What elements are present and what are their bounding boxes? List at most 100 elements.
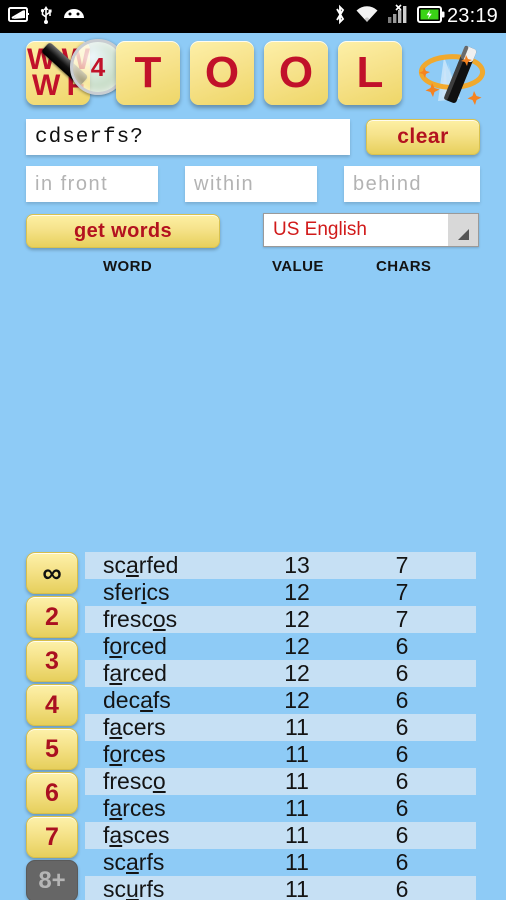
behind-input[interactable] [344, 166, 480, 202]
table-column-headers: WORD VALUE CHARS [0, 258, 506, 278]
table-row[interactable]: facers 11 6 [85, 714, 476, 741]
cell-chars: 6 [395, 714, 409, 740]
wildcard-letter: a [140, 687, 153, 713]
cell-word: farced [103, 660, 167, 686]
status-bar: 23:19 [0, 0, 506, 33]
get-words-button[interactable]: get words [26, 214, 220, 248]
cell-value: 13 [284, 552, 310, 578]
logo-tile-wwf: W W W F [26, 41, 90, 105]
results-table: scarfed 13 7 sferics 12 7 frescos 12 7 forced 12 6 f… [85, 552, 476, 900]
no-sim-icon [8, 6, 30, 28]
cell-chars: 6 [395, 795, 409, 821]
table-row[interactable]: scarfed 13 7 [85, 552, 476, 579]
cell-value: 11 [285, 822, 309, 848]
cell-value: 11 [285, 795, 309, 821]
cell-word: forces [103, 741, 166, 767]
table-row[interactable]: fresco 11 6 [85, 768, 476, 795]
position-filter-row [0, 164, 506, 206]
cell-word: fasces [103, 822, 170, 848]
cell-word: fresco [103, 768, 166, 794]
language-select-value: US English [273, 219, 367, 240]
table-row[interactable]: frescos 12 7 [85, 606, 476, 633]
table-row[interactable]: forced 12 6 [85, 633, 476, 660]
app-logo: W W W F 4 T O O L [0, 33, 506, 115]
within-input[interactable] [185, 166, 317, 202]
header-value: VALUE [272, 258, 324, 275]
cell-value: 12 [284, 606, 310, 632]
cell-value: 11 [285, 741, 309, 767]
cell-chars: 6 [395, 687, 409, 713]
magic-wand-icon [408, 39, 500, 111]
table-row[interactable]: decafs 12 6 [85, 687, 476, 714]
wildcard-letter: a [109, 822, 123, 848]
cell-value: 12 [284, 660, 310, 686]
length-filter-5[interactable]: 5 [26, 728, 78, 770]
cell-value: 11 [285, 714, 309, 740]
language-select[interactable]: US English [263, 213, 479, 247]
cell-value: 11 [285, 876, 309, 900]
cell-chars: 6 [395, 660, 409, 686]
cell-chars: 6 [395, 849, 409, 875]
logo-tile-t: T [116, 41, 180, 105]
length-filter-8plus: 8+ [26, 860, 78, 900]
cell-value: 12 [284, 579, 310, 605]
logo-tile-l: L [338, 41, 402, 105]
wildcard-letter: o [109, 741, 123, 767]
cell-word: farces [103, 795, 166, 821]
logo-tile-row-2: W F [32, 69, 85, 102]
table-row[interactable]: scurfs 11 6 [85, 876, 476, 900]
search-row: clear [0, 115, 506, 160]
cell-chars: 6 [395, 876, 409, 900]
length-filter-3[interactable]: 3 [26, 640, 78, 682]
header-chars: CHARS [376, 258, 432, 275]
wildcard-letter: u [126, 876, 139, 900]
cell-word: frescos [103, 606, 178, 632]
cell-word: forced [103, 633, 167, 659]
cell-chars: 6 [395, 768, 409, 794]
clear-button[interactable]: clear [366, 119, 480, 155]
table-row[interactable]: forces 11 6 [85, 741, 476, 768]
wildcard-letter: a [109, 795, 123, 821]
status-bar-left-icons [8, 4, 86, 29]
length-filter-6[interactable]: 6 [26, 772, 78, 814]
wildcard-letter: a [109, 714, 123, 740]
length-filter-4[interactable]: 4 [26, 684, 78, 726]
results-viewport[interactable]: scarfed 13 7 sferics 12 7 frescos 12 7 forced 12 6 f… [0, 276, 506, 900]
cell-word: scarfs [103, 849, 165, 875]
table-row[interactable]: farces 11 6 [85, 795, 476, 822]
length-filter-2[interactable]: 2 [26, 596, 78, 638]
cell-word: sferics [103, 579, 170, 605]
action-row: get words US English [0, 211, 506, 255]
table-row[interactable]: fasces 11 6 [85, 822, 476, 849]
wildcard-letter: a [126, 552, 139, 578]
wildcard-letter: o [152, 606, 166, 632]
table-row[interactable]: sferics 12 7 [85, 579, 476, 606]
usb-icon [39, 4, 53, 29]
cell-word: decafs [103, 687, 171, 713]
table-row[interactable]: scarfs 11 6 [85, 849, 476, 876]
search-input[interactable] [26, 119, 350, 155]
cell-word: scarfed [103, 552, 179, 578]
cell-chars: 7 [395, 579, 409, 605]
wildcard-letter: a [126, 849, 139, 875]
in-front-input[interactable] [26, 166, 158, 202]
wildcard-letter: o [152, 768, 166, 794]
wildcard-letter: o [109, 633, 123, 659]
table-row[interactable]: farced 12 6 [85, 660, 476, 687]
cell-chars: 7 [395, 552, 409, 578]
status-bar-clock: 23:19 [446, 5, 498, 27]
cell-value: 11 [285, 768, 309, 794]
bluetooth-icon [333, 4, 347, 30]
header-word: WORD [103, 258, 153, 275]
signal-bars-icon [387, 4, 409, 29]
length-filter-7[interactable]: 7 [26, 816, 78, 858]
wildcard-letter: a [109, 660, 123, 686]
logo-tile-o1: O [190, 41, 254, 105]
length-filter-any[interactable]: ∞ [26, 552, 78, 594]
cell-chars: 6 [395, 633, 409, 659]
status-bar-right-icons [333, 4, 445, 30]
cell-chars: 6 [395, 741, 409, 767]
cell-chars: 7 [395, 606, 409, 632]
wifi-icon [355, 5, 379, 29]
logo-tile-o2: O [264, 41, 328, 105]
